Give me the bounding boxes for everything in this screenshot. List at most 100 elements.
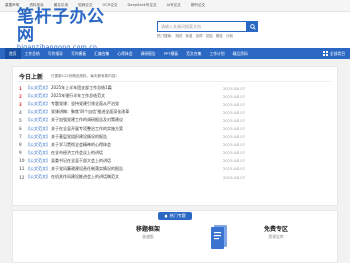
hot-search-term[interactable]: 标准 bbox=[185, 34, 192, 38]
item-title[interactable]: 2025年银行半年工作总结范文 bbox=[51, 93, 216, 99]
nav-item[interactable]: 写作指导 bbox=[44, 48, 67, 59]
item-date: 2025-08-07 bbox=[223, 101, 246, 107]
item-title[interactable]: 专题党课：坚持党建引领全面从严治党 bbox=[51, 101, 216, 107]
nav-item[interactable]: 心得体会 bbox=[113, 48, 136, 59]
item-category: 【公文范文】 bbox=[26, 101, 50, 107]
topic-card-subtitle: 资源宝库 bbox=[268, 234, 284, 239]
topic-card[interactable]: 移题框架 极速版 bbox=[123, 224, 173, 240]
nav-item[interactable]: 精品资料 bbox=[229, 48, 252, 59]
item-title[interactable]: 关于学习贯彻全会精神的心得体会 bbox=[51, 142, 216, 148]
item-category: 【公文范文】 bbox=[26, 174, 50, 180]
item-date: 2025-08-07 bbox=[223, 85, 246, 91]
rank-number: 3 bbox=[19, 101, 22, 107]
item-category: 【公文范文】 bbox=[26, 109, 50, 115]
item-category: 【公文范文】 bbox=[26, 93, 50, 99]
rank-number: 12 bbox=[19, 174, 25, 180]
item-date: 2025-08-07 bbox=[223, 174, 246, 180]
item-date: 2025-08-07 bbox=[223, 117, 246, 123]
nav-item[interactable]: 工作计划 bbox=[205, 48, 228, 59]
rank-number: 1 bbox=[19, 85, 22, 91]
hot-search-term[interactable]: 计划 bbox=[226, 34, 233, 38]
topic-card[interactable]: 免费专区 资源宝库 bbox=[251, 224, 301, 240]
item-category: 【公文范文】 bbox=[26, 157, 50, 163]
list-item[interactable]: 1 【公文范文】 2025年上半年团支部工作总结1篇 2025-08-07 bbox=[19, 84, 279, 92]
item-date: 2025-08-07 bbox=[223, 142, 246, 148]
item-title[interactable]: 关于基层党组织建设情况的报告 bbox=[51, 134, 216, 140]
item-date: 2025-08-07 bbox=[223, 126, 246, 132]
search-input[interactable]: 请输入关键词搜索文档 bbox=[157, 21, 247, 32]
item-date: 2025-08-07 bbox=[223, 150, 246, 156]
nav-item[interactable]: 调研报告 bbox=[137, 48, 160, 59]
site-logo[interactable]: 笔杆子办公网 biganzibangong.com.cn bbox=[17, 8, 117, 52]
section-title: 今日上新 bbox=[19, 74, 44, 81]
nav-all-categories[interactable]: 全部类目 bbox=[322, 48, 345, 59]
section-subtitle: 已更新122份精品资料，每天都有新内容! bbox=[51, 74, 117, 78]
list-item[interactable]: 5 【公文范文】 关于加强党建工作的调研报告及对策建议 2025-08-07 bbox=[19, 116, 279, 124]
top-link[interactable]: AI写论文 bbox=[167, 3, 181, 8]
hot-search-term[interactable]: 合同 bbox=[196, 34, 203, 38]
item-category: 【公文范文】 bbox=[26, 85, 50, 91]
list-item[interactable]: 11 【公文范文】 关于党风廉政建设责任制落实情况的报告 2025-08-07 bbox=[19, 165, 279, 173]
item-category: 【公文范文】 bbox=[26, 133, 50, 139]
item-title[interactable]: 2025年上半年团支部工作总结1篇 bbox=[51, 85, 216, 91]
top-link[interactable]: DeepSeek写论文 bbox=[128, 3, 157, 8]
list-item[interactable]: 9 【公文范文】 在全市经济工作会议上的讲话 2025-08-07 bbox=[19, 149, 279, 157]
hot-topics-label: 热门专题 bbox=[169, 213, 186, 218]
hot-search-term[interactable]: 总结 bbox=[206, 34, 213, 38]
item-title[interactable]: 关于在全县开展专项整治工作的实施方案 bbox=[51, 126, 216, 132]
fire-icon bbox=[164, 214, 168, 218]
item-date: 2025-08-07 bbox=[223, 158, 246, 164]
hot-search: 热门搜索: 测试 标准 合同 总结 报告 计划 bbox=[157, 34, 258, 39]
top-link[interactable]: 期刊论文 bbox=[191, 3, 205, 8]
rank-number: 9 bbox=[19, 150, 22, 156]
hot-search-term[interactable]: 测试 bbox=[175, 34, 182, 38]
list-item[interactable]: 4 【公文范文】 党课讲稿：聚焦'四个自信'推进全面深化改革 2025-08-07 bbox=[19, 108, 279, 116]
item-category: 【公文范文】 bbox=[26, 117, 50, 123]
rank-number: 8 bbox=[19, 142, 22, 148]
item-title[interactable]: 党课讲稿：聚焦'四个自信'推进全面深化改革 bbox=[51, 109, 216, 115]
hot-topics-panel: 热门专题 移题框架 极速版 免费专区 资源宝库 bbox=[12, 210, 338, 263]
item-date: 2025-08-07 bbox=[223, 93, 246, 99]
updates-list: 1 【公文范文】 2025年上半年团支部工作总结1篇 2025-08-07 2 【公文范… bbox=[19, 84, 279, 181]
nav-item[interactable]: 范文合集 bbox=[182, 48, 205, 59]
list-item[interactable]: 2 【公文范文】 2025年银行半年工作总结范文 2025-08-07 bbox=[19, 92, 279, 100]
item-title[interactable]: 在机关作风建设推进会上的讲话稿范文 bbox=[51, 174, 216, 180]
nav-item[interactable]: 写作模板 bbox=[67, 48, 90, 59]
search-button[interactable] bbox=[247, 21, 258, 32]
topic-card-title: 免费专区 bbox=[263, 226, 288, 233]
item-category: 【公文范文】 bbox=[26, 149, 50, 155]
nav-all-label: 全部类目 bbox=[329, 50, 345, 56]
rank-number: 2 bbox=[19, 93, 22, 99]
nav-item[interactable]: 工作总结 bbox=[21, 48, 44, 59]
item-title[interactable]: 县委书记在全县干部大会上的讲话 bbox=[51, 158, 216, 164]
logo-text: 笔杆子办公网 bbox=[17, 7, 105, 45]
item-category: 【公文范文】 bbox=[26, 125, 50, 131]
item-date: 2025-08-07 bbox=[223, 109, 246, 115]
list-item[interactable]: 12 【公文范文】 在机关作风建设推进会上的讲话稿范文 2025-08-07 bbox=[19, 173, 279, 181]
grid-icon bbox=[322, 51, 328, 56]
main-nav: 首页 工作总结 写作指导 写作模板 汇编合集 心得体会 调研报告 PPT模板 范… bbox=[0, 48, 350, 59]
hot-search-term[interactable]: 报告 bbox=[216, 34, 223, 38]
list-item[interactable]: 6 【公文范文】 关于在全县开展专项整治工作的实施方案 2025-08-07 bbox=[19, 124, 279, 132]
topic-card-title: 移题框架 bbox=[135, 226, 160, 233]
item-title[interactable]: 关于加强党建工作的调研报告及对策建议 bbox=[51, 117, 216, 123]
list-item[interactable]: 8 【公文范文】 关于学习贯彻全会精神的心得体会 2025-08-07 bbox=[19, 141, 279, 149]
nav-item-home[interactable]: 首页 bbox=[5, 48, 21, 59]
list-item[interactable]: 3 【公文范文】 专题党课：坚持党建引领全面从严治党 2025-08-07 bbox=[19, 100, 279, 108]
rank-number: 7 bbox=[19, 134, 22, 140]
list-item[interactable]: 7 【公文范文】 关于基层党组织建设情况的报告 2025-08-07 bbox=[19, 133, 279, 141]
today-updates-panel: 今日上新 已更新122份精品资料，每天都有新内容! 1 【公文范文】 2025年上半… bbox=[12, 66, 338, 206]
divider bbox=[19, 81, 331, 82]
nav-item[interactable]: PPT模板 bbox=[160, 48, 183, 59]
rank-number: 4 bbox=[19, 109, 22, 115]
hot-topics-tab[interactable]: 热门专题 bbox=[158, 212, 192, 220]
nav-item[interactable]: 汇编合集 bbox=[90, 48, 113, 59]
list-item[interactable]: 10 【公文范文】 县委书记在全县干部大会上的讲话 2025-08-07 bbox=[19, 157, 279, 165]
search-area: 请输入关键词搜索文档 热门搜索: 测试 标准 合同 总结 报告 计划 bbox=[157, 21, 258, 39]
rank-number: 10 bbox=[19, 158, 25, 164]
item-title[interactable]: 在全市经济工作会议上的讲话 bbox=[51, 150, 216, 156]
item-date: 2025-08-07 bbox=[223, 166, 246, 172]
item-title[interactable]: 关于党风廉政建设责任制落实情况的报告 bbox=[51, 166, 216, 172]
search-icon bbox=[249, 23, 256, 30]
site-header: 笔杆子办公网 biganzibangong.com.cn 请输入关键词搜索文档 … bbox=[0, 8, 350, 51]
